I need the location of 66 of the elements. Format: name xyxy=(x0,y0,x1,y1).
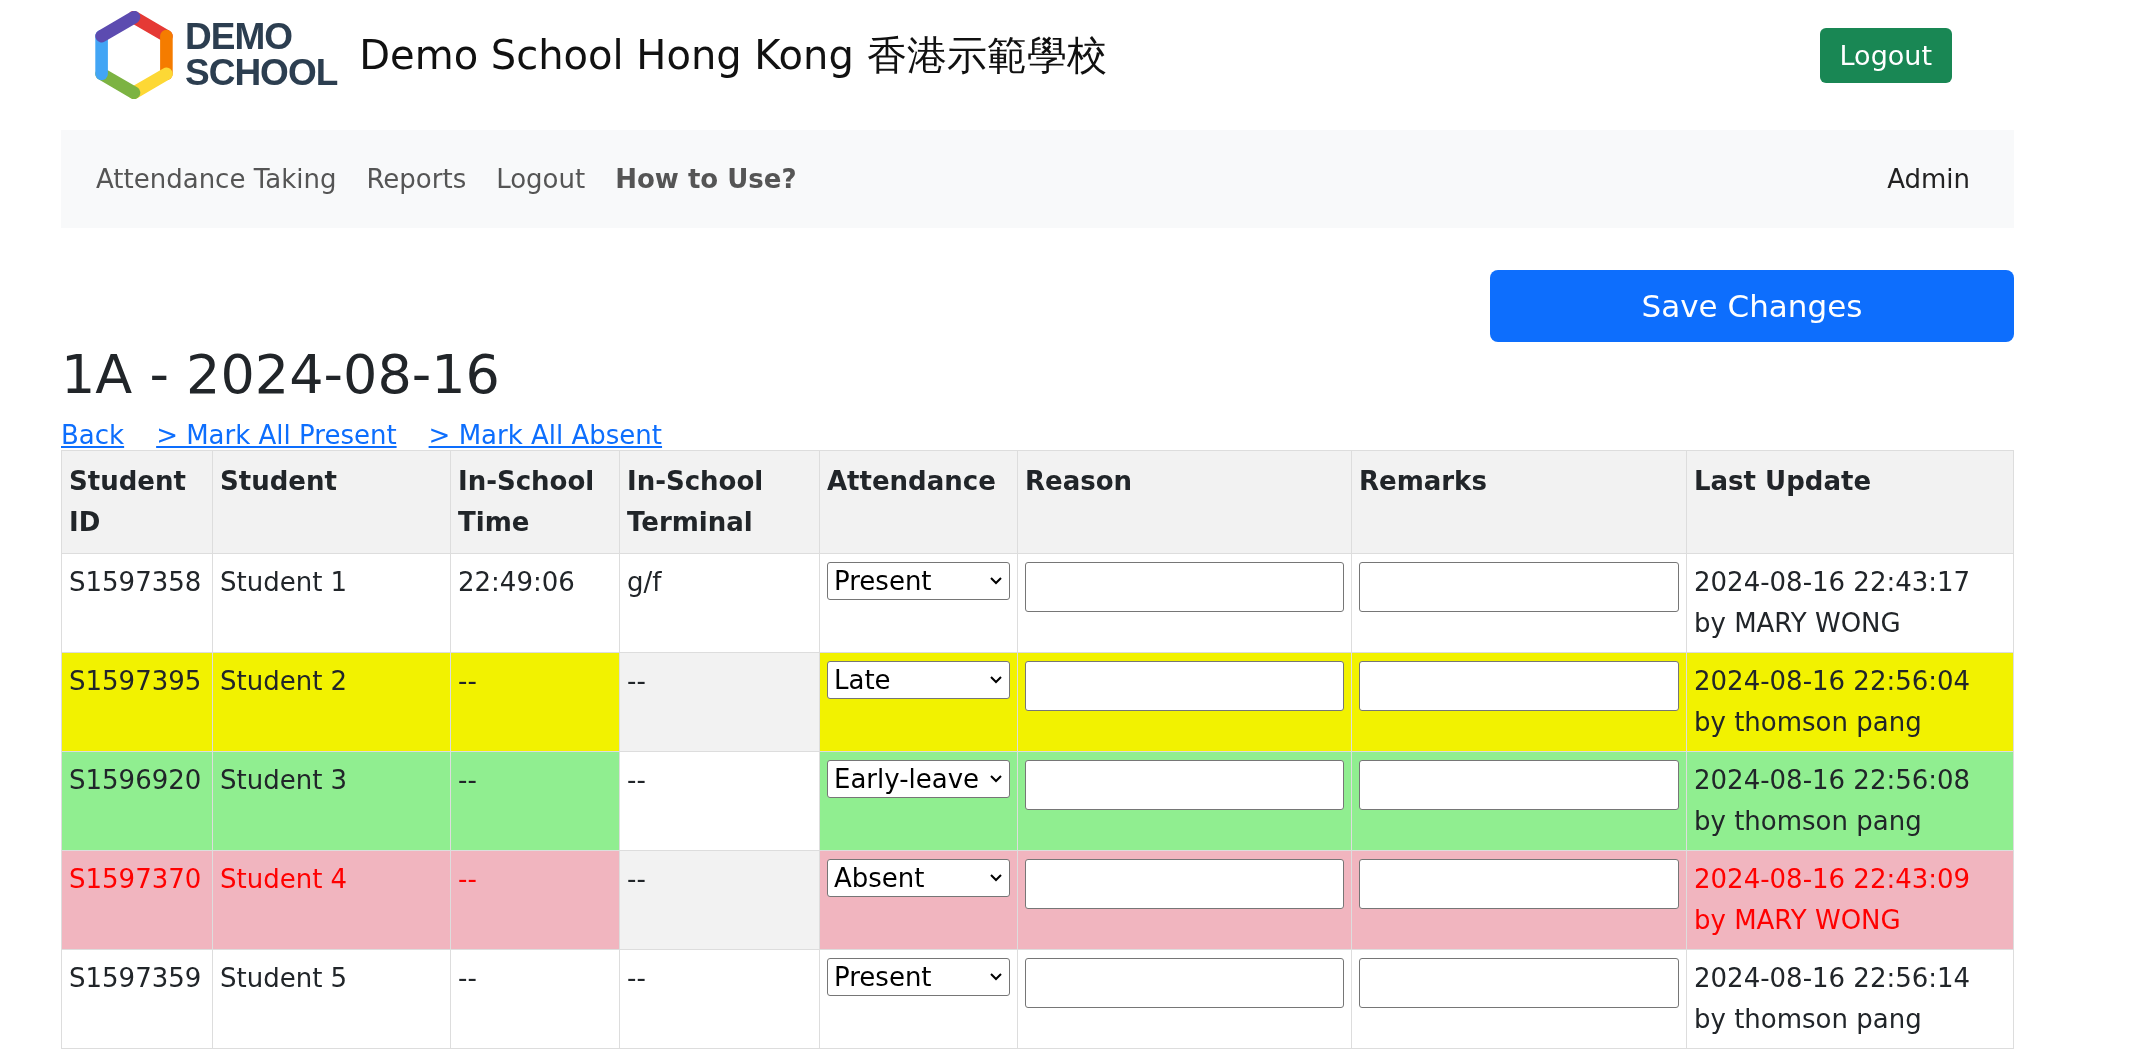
table-cell: Student 2 xyxy=(212,652,451,752)
school-title: Demo School Hong Kong 香港示範學校 xyxy=(359,30,1108,80)
table-cell: S1597359 xyxy=(61,949,213,1049)
column-header: In-School Time xyxy=(450,450,620,554)
chevron-down-icon xyxy=(989,675,1003,685)
chevron-down-icon xyxy=(989,873,1003,883)
reason-field[interactable] xyxy=(1025,957,1344,1008)
nav-link[interactable]: Logout xyxy=(496,164,586,194)
table-cell: Student 1 xyxy=(212,553,451,653)
attendance-select[interactable]: Late xyxy=(827,661,1010,699)
table-cell: -- xyxy=(619,652,820,752)
table-cell: 2024-08-16 22:43:09 by MARY WONG xyxy=(1686,850,2014,950)
table-cell: Student 3 xyxy=(212,751,451,851)
attendance-select[interactable]: Early-leave xyxy=(827,760,1010,798)
page-heading: 1A - 2024-08-16 xyxy=(61,342,501,408)
table-cell: Student 4 xyxy=(212,850,451,950)
attendance-select[interactable]: Present xyxy=(827,958,1010,996)
reason-field[interactable] xyxy=(1025,561,1344,612)
remarks-field[interactable] xyxy=(1359,660,1679,711)
attendance-select[interactable]: Absent xyxy=(827,859,1010,897)
save-changes-button[interactable]: Save Changes xyxy=(1490,270,2014,342)
chevron-down-icon xyxy=(989,576,1003,586)
nav-link[interactable]: How to Use? xyxy=(615,164,797,194)
table-cell: Student 5 xyxy=(212,949,451,1049)
table-cell: 2024-08-16 22:56:14 by thomson pang xyxy=(1686,949,2014,1049)
reason-field[interactable] xyxy=(1025,858,1344,909)
column-header: Attendance xyxy=(819,450,1018,554)
attendance-select[interactable]: Present xyxy=(827,562,1010,600)
reason-field[interactable] xyxy=(1025,759,1344,810)
remarks-field[interactable] xyxy=(1359,858,1679,909)
nav-link[interactable]: Attendance Taking xyxy=(96,164,337,194)
table-cell: S1597395 xyxy=(61,652,213,752)
column-header: Reason xyxy=(1017,450,1352,554)
remarks-field[interactable] xyxy=(1359,957,1679,1008)
table-cell: 2024-08-16 22:56:04 by thomson pang xyxy=(1686,652,2014,752)
table-cell: S1596920 xyxy=(61,751,213,851)
logout-button[interactable]: Logout xyxy=(1819,27,1952,83)
table-cell: 2024-08-16 22:56:08 by thomson pang xyxy=(1686,751,2014,851)
remarks-field[interactable] xyxy=(1359,759,1679,810)
column-header: Remarks xyxy=(1351,450,1687,554)
table-cell: g/f xyxy=(619,553,820,653)
logo-text: DEMO SCHOOL xyxy=(185,19,338,91)
table-cell: S1597358 xyxy=(61,553,213,653)
chevron-down-icon xyxy=(989,774,1003,784)
table-cell: -- xyxy=(450,652,620,752)
column-header: Student ID xyxy=(61,450,213,554)
table-cell: 22:49:06 xyxy=(450,553,620,653)
chevron-down-icon xyxy=(989,972,1003,982)
reason-field[interactable] xyxy=(1025,660,1344,711)
nav-link[interactable]: Reports xyxy=(366,164,467,194)
remarks-field[interactable] xyxy=(1359,561,1679,612)
column-header: In-School Terminal xyxy=(619,450,820,554)
table-cell: S1597370 xyxy=(61,850,213,950)
column-header: Student xyxy=(212,450,451,554)
table-cell: -- xyxy=(450,751,620,851)
action-link[interactable]: Back xyxy=(61,420,125,450)
column-header: Last Update xyxy=(1686,450,2014,554)
table-cell: -- xyxy=(619,850,820,950)
table-cell: -- xyxy=(450,949,620,1049)
action-link[interactable]: > Mark All Absent xyxy=(428,420,663,450)
table-cell: -- xyxy=(450,850,620,950)
table-cell: 2024-08-16 22:43:17 by MARY WONG xyxy=(1686,553,2014,653)
user-name[interactable]: Admin xyxy=(1887,164,1970,194)
table-cell: -- xyxy=(619,751,820,851)
action-link[interactable]: > Mark All Present xyxy=(156,420,397,450)
table-cell: -- xyxy=(619,949,820,1049)
